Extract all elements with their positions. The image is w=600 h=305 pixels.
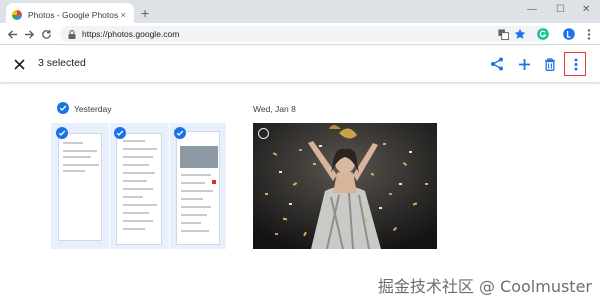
tab-title: Photos - Google Photos — [28, 10, 119, 20]
translate-icon[interactable] — [496, 27, 510, 41]
back-icon[interactable] — [4, 26, 20, 42]
window-close-icon[interactable]: ✕ — [582, 3, 590, 17]
screenshot-image — [58, 133, 102, 241]
photo-thumbnail-3[interactable] — [170, 123, 226, 249]
profile-avatar-icon[interactable] — [562, 27, 576, 41]
photo-thumbnail-confetti[interactable] — [253, 123, 437, 249]
photo-thumbnail-2[interactable] — [110, 123, 169, 249]
minimize-icon[interactable]: — — [527, 3, 537, 17]
screenshot-image — [116, 133, 162, 245]
grammarly-icon[interactable] — [536, 27, 550, 41]
lock-icon — [68, 29, 76, 39]
browser-menu-icon[interactable] — [582, 27, 596, 41]
add-icon[interactable] — [514, 54, 534, 74]
delete-trash-icon[interactable] — [540, 54, 560, 74]
confetti-photo-image — [253, 123, 437, 249]
section-date-jan-8: Wed, Jan 8 — [253, 104, 296, 114]
bookmark-star-icon[interactable] — [513, 27, 527, 41]
maximize-icon[interactable]: ☐ — [556, 3, 565, 17]
photo-thumbnail-1[interactable] — [51, 123, 109, 249]
section-date-yesterday: Yesterday — [74, 104, 112, 114]
section-check-icon[interactable] — [57, 102, 69, 114]
url-text: https://photos.google.com — [82, 29, 180, 39]
watermark-text: 掘金技术社区 @ Coolmuster — [377, 277, 592, 296]
google-photos-favicon-icon — [12, 10, 22, 20]
selected-check-icon[interactable] — [174, 127, 186, 139]
new-tab-icon[interactable]: + — [141, 5, 149, 21]
tab-close-icon[interactable]: × — [118, 10, 128, 20]
selected-check-icon[interactable] — [56, 127, 68, 139]
browser-window: Photos - Google Photos × + — ☐ ✕ https:/… — [0, 0, 600, 305]
highlight-box — [564, 52, 586, 76]
clear-selection-close-icon[interactable] — [10, 55, 28, 73]
browser-toolbar: https://photos.google.com — [0, 23, 600, 45]
selected-check-icon[interactable] — [114, 127, 126, 139]
forward-icon[interactable] — [21, 26, 37, 42]
selected-count: 3 selected — [38, 57, 86, 69]
screenshot-image — [176, 131, 220, 245]
share-icon[interactable] — [487, 54, 507, 74]
address-bar[interactable]: https://photos.google.com — [60, 26, 548, 42]
unselected-check-icon[interactable] — [258, 128, 269, 139]
reload-icon[interactable] — [38, 26, 54, 42]
selection-app-bar: 3 selected — [0, 46, 600, 82]
